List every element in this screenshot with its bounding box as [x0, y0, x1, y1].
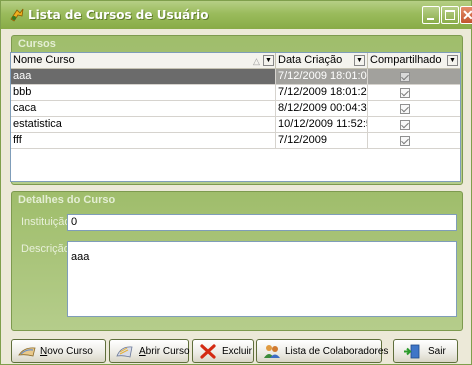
- minimize-icon: [427, 18, 434, 20]
- cell-nome: estatistica: [11, 117, 276, 133]
- shared-checkbox[interactable]: [400, 104, 410, 114]
- cursos-grid[interactable]: Nome Curso △ ▼ Data Criação ▼ Compartilh…: [10, 52, 461, 182]
- shared-checkbox[interactable]: [400, 136, 410, 146]
- window-title: Lista de Cursos de Usuário: [28, 8, 209, 22]
- column-header-label: Compartilhado: [370, 54, 442, 66]
- minimize-button[interactable]: [422, 6, 440, 24]
- cell-data: 7/12/2009 18:01:02: [276, 69, 368, 85]
- sort-asc-icon: △: [253, 56, 260, 66]
- shared-checkbox[interactable]: [400, 120, 410, 130]
- instituicao-field[interactable]: 0: [67, 214, 457, 231]
- app-icon: [10, 8, 24, 22]
- cell-compartilhado: [368, 69, 460, 85]
- cell-data: 8/12/2009 00:04:35: [276, 101, 368, 117]
- descricao-label: Descrição: [21, 243, 70, 255]
- table-row[interactable]: fff 7/12/2009: [11, 133, 460, 149]
- column-header-nome[interactable]: Nome Curso △ ▼: [11, 53, 276, 69]
- users-icon: [264, 345, 280, 358]
- delete-x-icon: [200, 344, 216, 359]
- main-window: Lista de Cursos de Usuário ✕ Cursos Nome…: [0, 0, 472, 365]
- table-row[interactable]: caca 8/12/2009 00:04:35: [11, 101, 460, 117]
- excluir-label: Excluir: [222, 346, 253, 357]
- maximize-button[interactable]: [441, 6, 459, 24]
- table-row[interactable]: aaa 7/12/2009 18:01:02: [11, 69, 460, 85]
- open-course-icon: [116, 346, 133, 358]
- column-header-label: Nome Curso: [13, 54, 75, 66]
- cell-nome: aaa: [11, 69, 276, 85]
- cell-compartilhado: [368, 117, 460, 133]
- cell-compartilhado: [368, 133, 460, 149]
- close-button[interactable]: ✕: [460, 6, 472, 24]
- close-icon: ✕: [462, 7, 472, 23]
- abrir-curso-button[interactable]: Abrir Curso: [109, 339, 190, 363]
- excluir-button[interactable]: Excluir: [192, 339, 254, 363]
- sair-label: Sair: [428, 346, 446, 357]
- cell-data: 7/12/2009 18:01:24: [276, 85, 368, 101]
- sair-button[interactable]: Sair: [393, 339, 458, 363]
- lista-colaboradores-label: Lista de Colaboradores: [285, 346, 389, 357]
- table-row[interactable]: bbb 7/12/2009 18:01:24: [11, 85, 460, 101]
- column-header-data[interactable]: Data Criação ▼: [276, 53, 368, 69]
- cell-data: 7/12/2009: [276, 133, 368, 149]
- lista-colaboradores-button[interactable]: Lista de Colaboradores: [256, 339, 388, 363]
- cursos-panel-title: Cursos: [18, 38, 56, 50]
- exit-door-icon: [404, 344, 420, 359]
- novo-curso-label: Novo Curso: [40, 346, 93, 357]
- column-header-label: Data Criação: [278, 54, 343, 66]
- detalhes-panel-title: Detalhes do Curso: [18, 194, 116, 206]
- instituicao-label: Instituição: [21, 216, 71, 228]
- cell-data: 10/12/2009 11:52:54: [276, 117, 368, 133]
- descricao-field[interactable]: aaa: [67, 241, 457, 317]
- novo-curso-button[interactable]: Novo Curso: [11, 339, 106, 363]
- new-course-icon: [18, 347, 36, 357]
- abrir-curso-label: Abrir Curso: [139, 346, 190, 357]
- shared-checkbox[interactable]: [400, 88, 410, 98]
- maximize-icon: [445, 10, 455, 20]
- cell-nome: bbb: [11, 85, 276, 101]
- cell-nome: caca: [11, 101, 276, 117]
- cell-compartilhado: [368, 85, 460, 101]
- cell-nome: fff: [11, 133, 276, 149]
- table-row[interactable]: estatistica 10/12/2009 11:52:54: [11, 117, 460, 133]
- filter-dropdown-icon[interactable]: ▼: [354, 55, 365, 66]
- title-bar[interactable]: Lista de Cursos de Usuário ✕: [1, 1, 472, 29]
- column-header-compartilhado[interactable]: Compartilhado ▼: [368, 53, 460, 69]
- filter-dropdown-icon[interactable]: ▼: [447, 55, 458, 66]
- filter-dropdown-icon[interactable]: ▼: [263, 55, 274, 66]
- grid-header: Nome Curso △ ▼ Data Criação ▼ Compartilh…: [11, 53, 460, 69]
- cell-compartilhado: [368, 101, 460, 117]
- shared-checkbox[interactable]: [400, 72, 410, 82]
